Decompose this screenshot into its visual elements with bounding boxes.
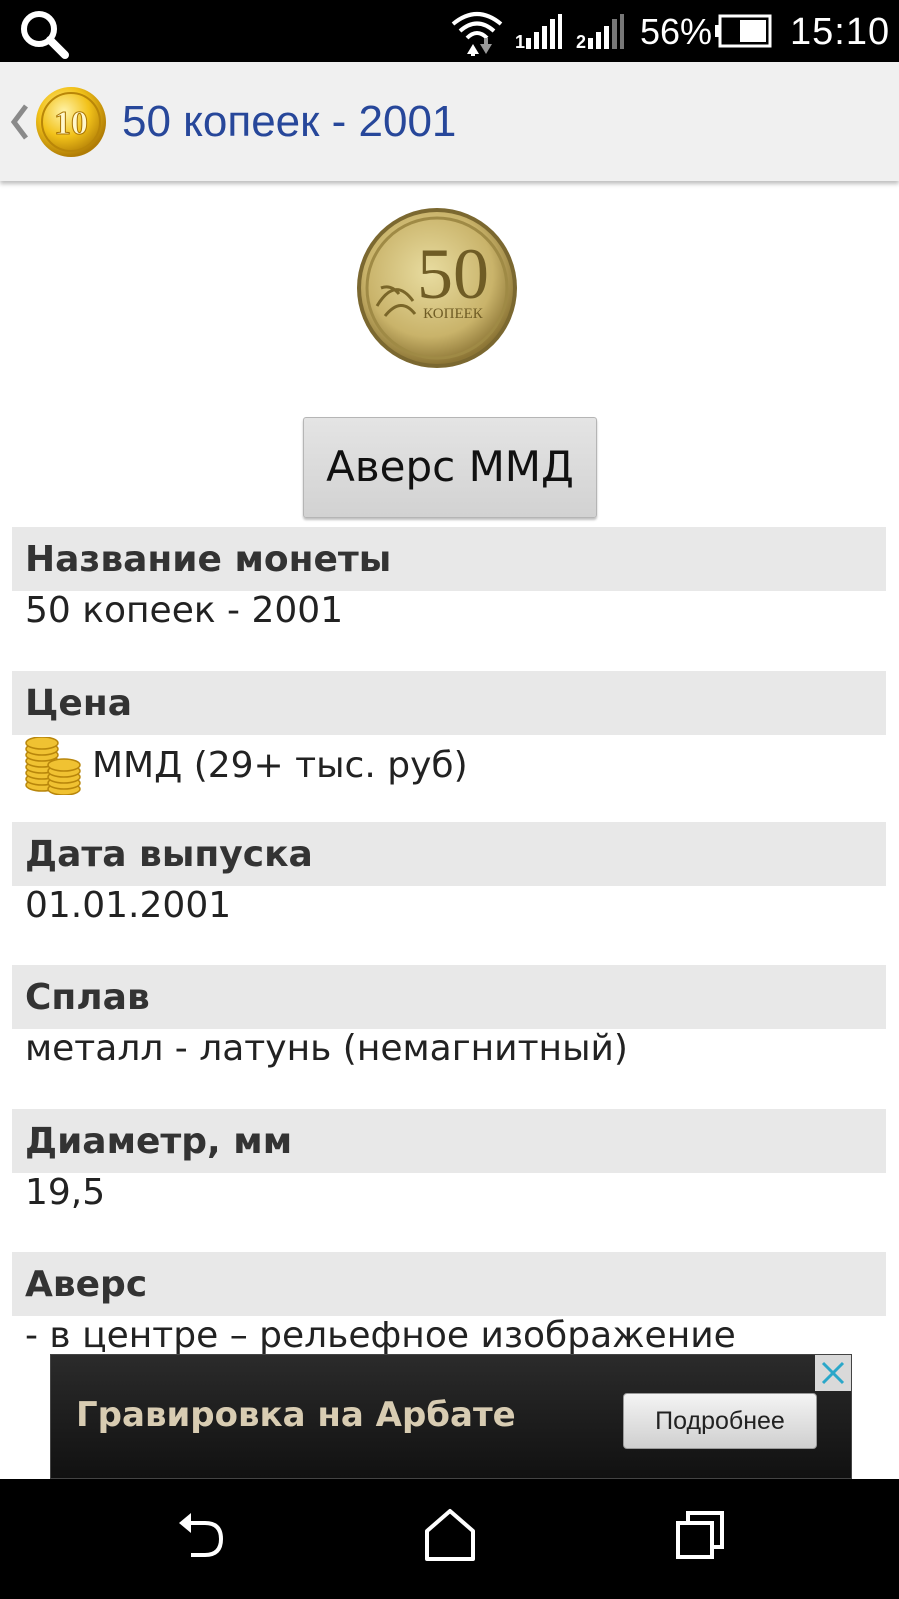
ad-text: Гравировка на Арбате — [76, 1395, 516, 1435]
coin-details[interactable]: 50 КОПЕЕК Аверс ММД Название монеты 50 к… — [0, 181, 899, 1354]
section-header-label: Название монеты — [25, 539, 392, 580]
section-header-label: Диаметр, мм — [25, 1121, 293, 1162]
home-icon[interactable] — [423, 1507, 477, 1563]
app-coin-label: 10 — [54, 105, 88, 142]
coin-name-value: 50 копеек - 2001 — [25, 590, 344, 631]
navigation-bar — [0, 1479, 899, 1599]
recent-apps-icon[interactable] — [674, 1509, 726, 1561]
wifi-icon — [451, 12, 503, 56]
coin-value-label: 50 — [417, 234, 489, 314]
page-title: 50 копеек - 2001 — [122, 97, 457, 146]
section-header-alloy: Сплав — [12, 965, 886, 1029]
ad-banner[interactable]: Гравировка на Арбате Подробнее — [50, 1354, 852, 1479]
section-header-label: Сплав — [25, 977, 150, 1018]
back-chevron-icon[interactable] — [8, 102, 30, 142]
section-header-diameter: Диаметр, мм — [12, 1109, 886, 1173]
release-date-value: 01.01.2001 — [25, 885, 232, 926]
signal-2-icon: 2 — [576, 14, 624, 50]
section-header-name: Название монеты — [12, 527, 886, 591]
coins-stack-icon — [25, 737, 81, 795]
back-icon[interactable] — [175, 1509, 229, 1563]
averse-button[interactable]: Аверс ММД — [303, 417, 597, 518]
ad-more-button[interactable]: Подробнее — [623, 1393, 817, 1449]
battery-percent: 56% — [640, 11, 713, 52]
battery-icon — [715, 14, 772, 48]
section-header-label: Цена — [25, 683, 132, 724]
search-icon[interactable] — [18, 8, 70, 60]
action-bar: 10 50 копеек - 2001 — [0, 62, 899, 181]
price-value: ММД (29+ тыс. руб) — [92, 745, 468, 786]
diameter-value: 19,5 — [25, 1172, 106, 1213]
signal-1-icon: 1 — [515, 14, 562, 50]
clock: 15:10 — [790, 11, 891, 53]
section-header-averse: Аверс — [12, 1252, 886, 1316]
status-bar: 1 2 56% 15:10 — [0, 0, 899, 62]
alloy-value: металл - латунь (немагнитный) — [25, 1028, 628, 1069]
section-header-label: Дата выпуска — [25, 834, 313, 875]
svg-text:1: 1 — [515, 32, 525, 50]
close-icon[interactable] — [815, 1355, 851, 1391]
section-header-label: Аверс — [25, 1264, 148, 1305]
coin-unit-label: КОПЕЕК — [423, 306, 484, 322]
section-header-price: Цена — [12, 671, 886, 735]
coin-image[interactable]: 50 КОПЕЕК — [355, 206, 519, 370]
section-header-release-date: Дата выпуска — [12, 822, 886, 886]
averse-value: - в центре – рельефное изображение — [25, 1315, 736, 1354]
svg-text:2: 2 — [576, 32, 586, 50]
app-coin-icon[interactable]: 10 — [34, 85, 108, 159]
